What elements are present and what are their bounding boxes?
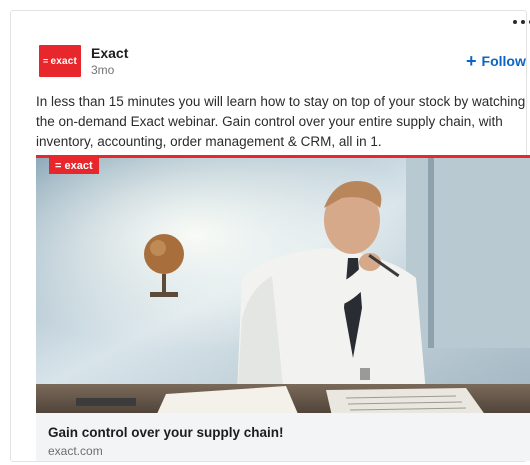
company-meta: Exact 3mo bbox=[91, 45, 128, 78]
follow-label: Follow bbox=[481, 53, 526, 69]
post-image[interactable]: = exact bbox=[36, 155, 530, 413]
company-name-link[interactable]: Exact bbox=[91, 45, 128, 62]
follow-button[interactable]: + Follow bbox=[466, 51, 526, 71]
link-preview[interactable]: Gain control over your supply chain! exa… bbox=[36, 413, 530, 461]
link-domain: exact.com bbox=[48, 444, 103, 458]
office-scene-illustration bbox=[36, 158, 530, 413]
link-title[interactable]: Gain control over your supply chain! bbox=[48, 424, 520, 441]
post-body-text: In less than 15 minutes you will learn h… bbox=[36, 94, 526, 149]
plus-icon: + bbox=[466, 51, 477, 71]
post-header: = exact Exact 3mo bbox=[39, 43, 128, 79]
company-logo[interactable]: = exact bbox=[39, 45, 81, 77]
image-brand-badge: = exact bbox=[49, 158, 99, 174]
post-age: 3mo bbox=[91, 62, 115, 77]
more-options-icon[interactable] bbox=[511, 17, 530, 27]
sponsored-post-card: = exact Exact 3mo + Follow In less than 1… bbox=[10, 10, 530, 462]
